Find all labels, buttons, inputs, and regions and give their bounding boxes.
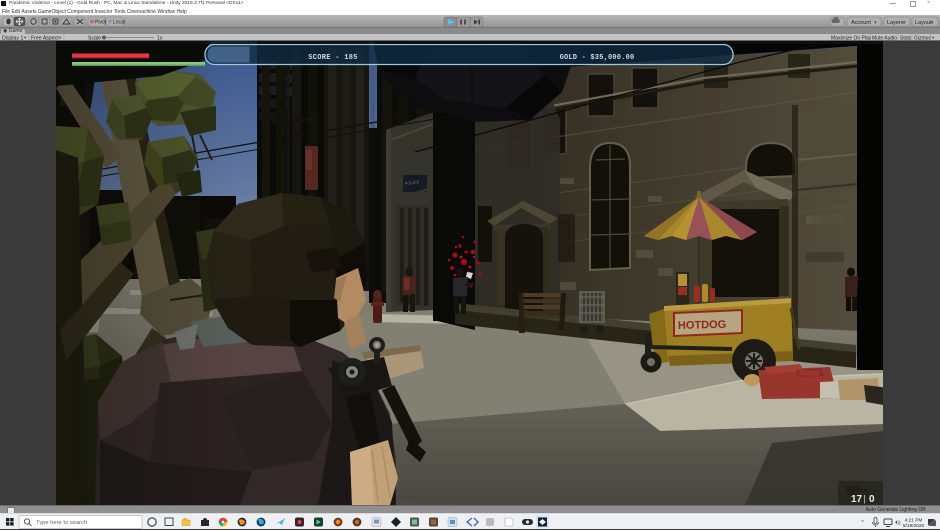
svg-text:⌃: ⌃ [860, 520, 865, 527]
svg-text:5/19/2020: 5/19/2020 [903, 523, 925, 529]
svg-text:▾: ▾ [932, 35, 935, 40]
svg-text:Layout: Layout [915, 20, 932, 26]
svg-text:Pivot: Pivot [95, 20, 107, 26]
svg-text:▾: ▾ [24, 35, 27, 40]
svg-text:Account: Account [851, 20, 871, 26]
svg-text:▾: ▾ [59, 35, 62, 40]
svg-text:GOLD - $35,000.00: GOLD - $35,000.00 [560, 54, 635, 62]
svg-text:17: 17 [851, 494, 863, 505]
svg-text:Type here to search: Type here to search [36, 520, 87, 526]
svg-text:Layers: Layers [887, 20, 904, 26]
svg-text:Local: Local [113, 20, 125, 26]
svg-text:4:21 PM: 4:21 PM [905, 518, 923, 524]
svg-text:SCORE - 185: SCORE - 185 [308, 54, 358, 62]
svg-text:0: 0 [869, 494, 875, 505]
svg-text:⏴)): ⏴)) [895, 520, 901, 526]
svg-text:|: | [864, 494, 866, 504]
